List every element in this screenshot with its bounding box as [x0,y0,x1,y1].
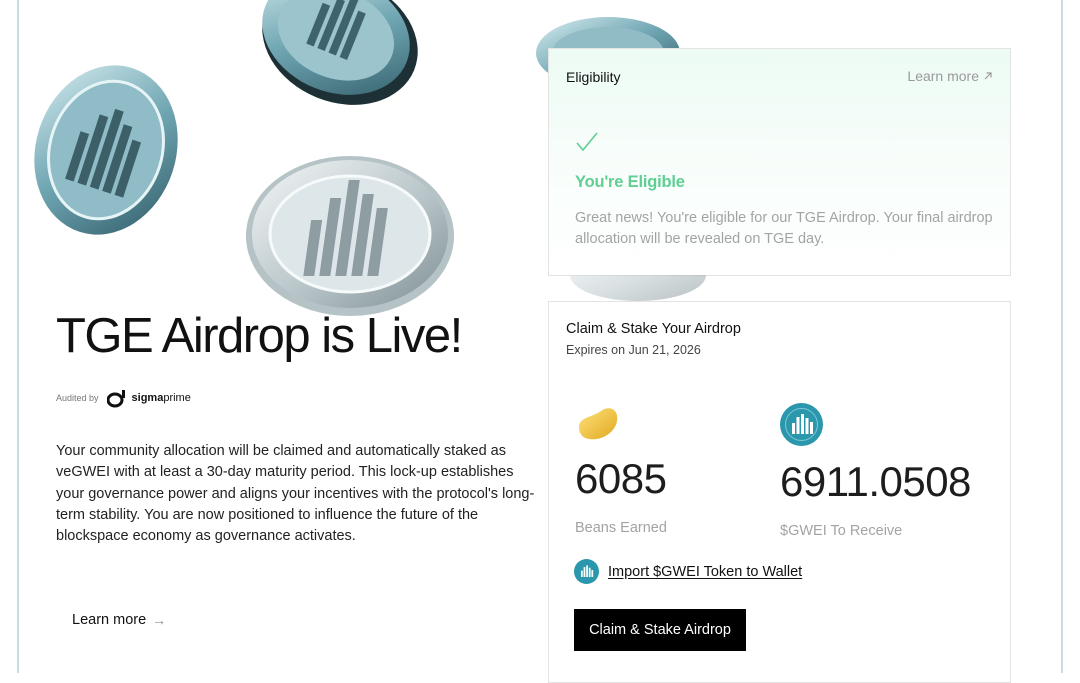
hero-learn-more-label: Learn more [72,612,147,628]
claim-expiry-date: Expires on Jun 21, 2026 [566,343,701,357]
gwei-label: $GWEI To Receive [780,523,903,539]
gwei-coin-icon [780,403,823,446]
coin-decoration-left [28,58,184,242]
gwei-value: 6911.0508 [780,458,971,505]
bean-icon [579,408,618,440]
sigma-prime-logo: sigmaprime [106,388,191,408]
gwei-stat: 6911.0508 $GWEI To Receive [780,403,971,539]
claim-stake-button[interactable]: Claim & Stake Airdrop [574,609,746,651]
sigma-icon [106,390,125,408]
frame-left-border [17,0,19,673]
eligibility-card: Eligibility Learn more You're Eligible G… [548,48,1011,276]
import-token-label: Import $GWEI Token to Wallet [608,563,803,580]
check-icon [576,132,598,152]
coin-decoration-faint [568,275,708,303]
coin-decoration-top [252,0,427,125]
auditor-name: sigma [131,392,164,404]
eligibility-learn-more-label: Learn more [907,68,979,84]
claim-title: Claim & Stake Your Airdrop [566,321,741,337]
beans-label: Beans Earned [575,520,667,536]
eligible-status-text: Great news! You're eligible for our TGE … [575,210,993,247]
gwei-coin-small-icon [574,559,599,584]
eligibility-title: Eligibility [566,69,621,85]
eligible-status-title: You're Eligible [575,173,685,191]
claim-card: Claim & Stake Your Airdrop Expires on Ju… [548,301,1011,683]
hero-description: Your community allocation will be claime… [56,443,535,545]
coin-decoration-center [243,150,458,320]
hero-title: TGE Airdrop is Live! [56,309,463,363]
arrow-right-icon: → [152,612,167,628]
frame-right-border [1061,0,1063,673]
import-token-link[interactable]: Import $GWEI Token to Wallet [574,559,802,584]
beans-value: 6085 [575,455,667,502]
audit-label: Audited by [56,393,99,403]
eligibility-learn-more-link[interactable]: Learn more [907,68,993,84]
arrow-up-right-icon [984,72,992,80]
hero-learn-more-link[interactable]: Learn more → [72,612,166,628]
auditor-suffix: prime [163,392,191,404]
audit-badge: Audited by sigmaprime [56,388,191,408]
beans-stat: 6085 Beans Earned [575,403,667,536]
